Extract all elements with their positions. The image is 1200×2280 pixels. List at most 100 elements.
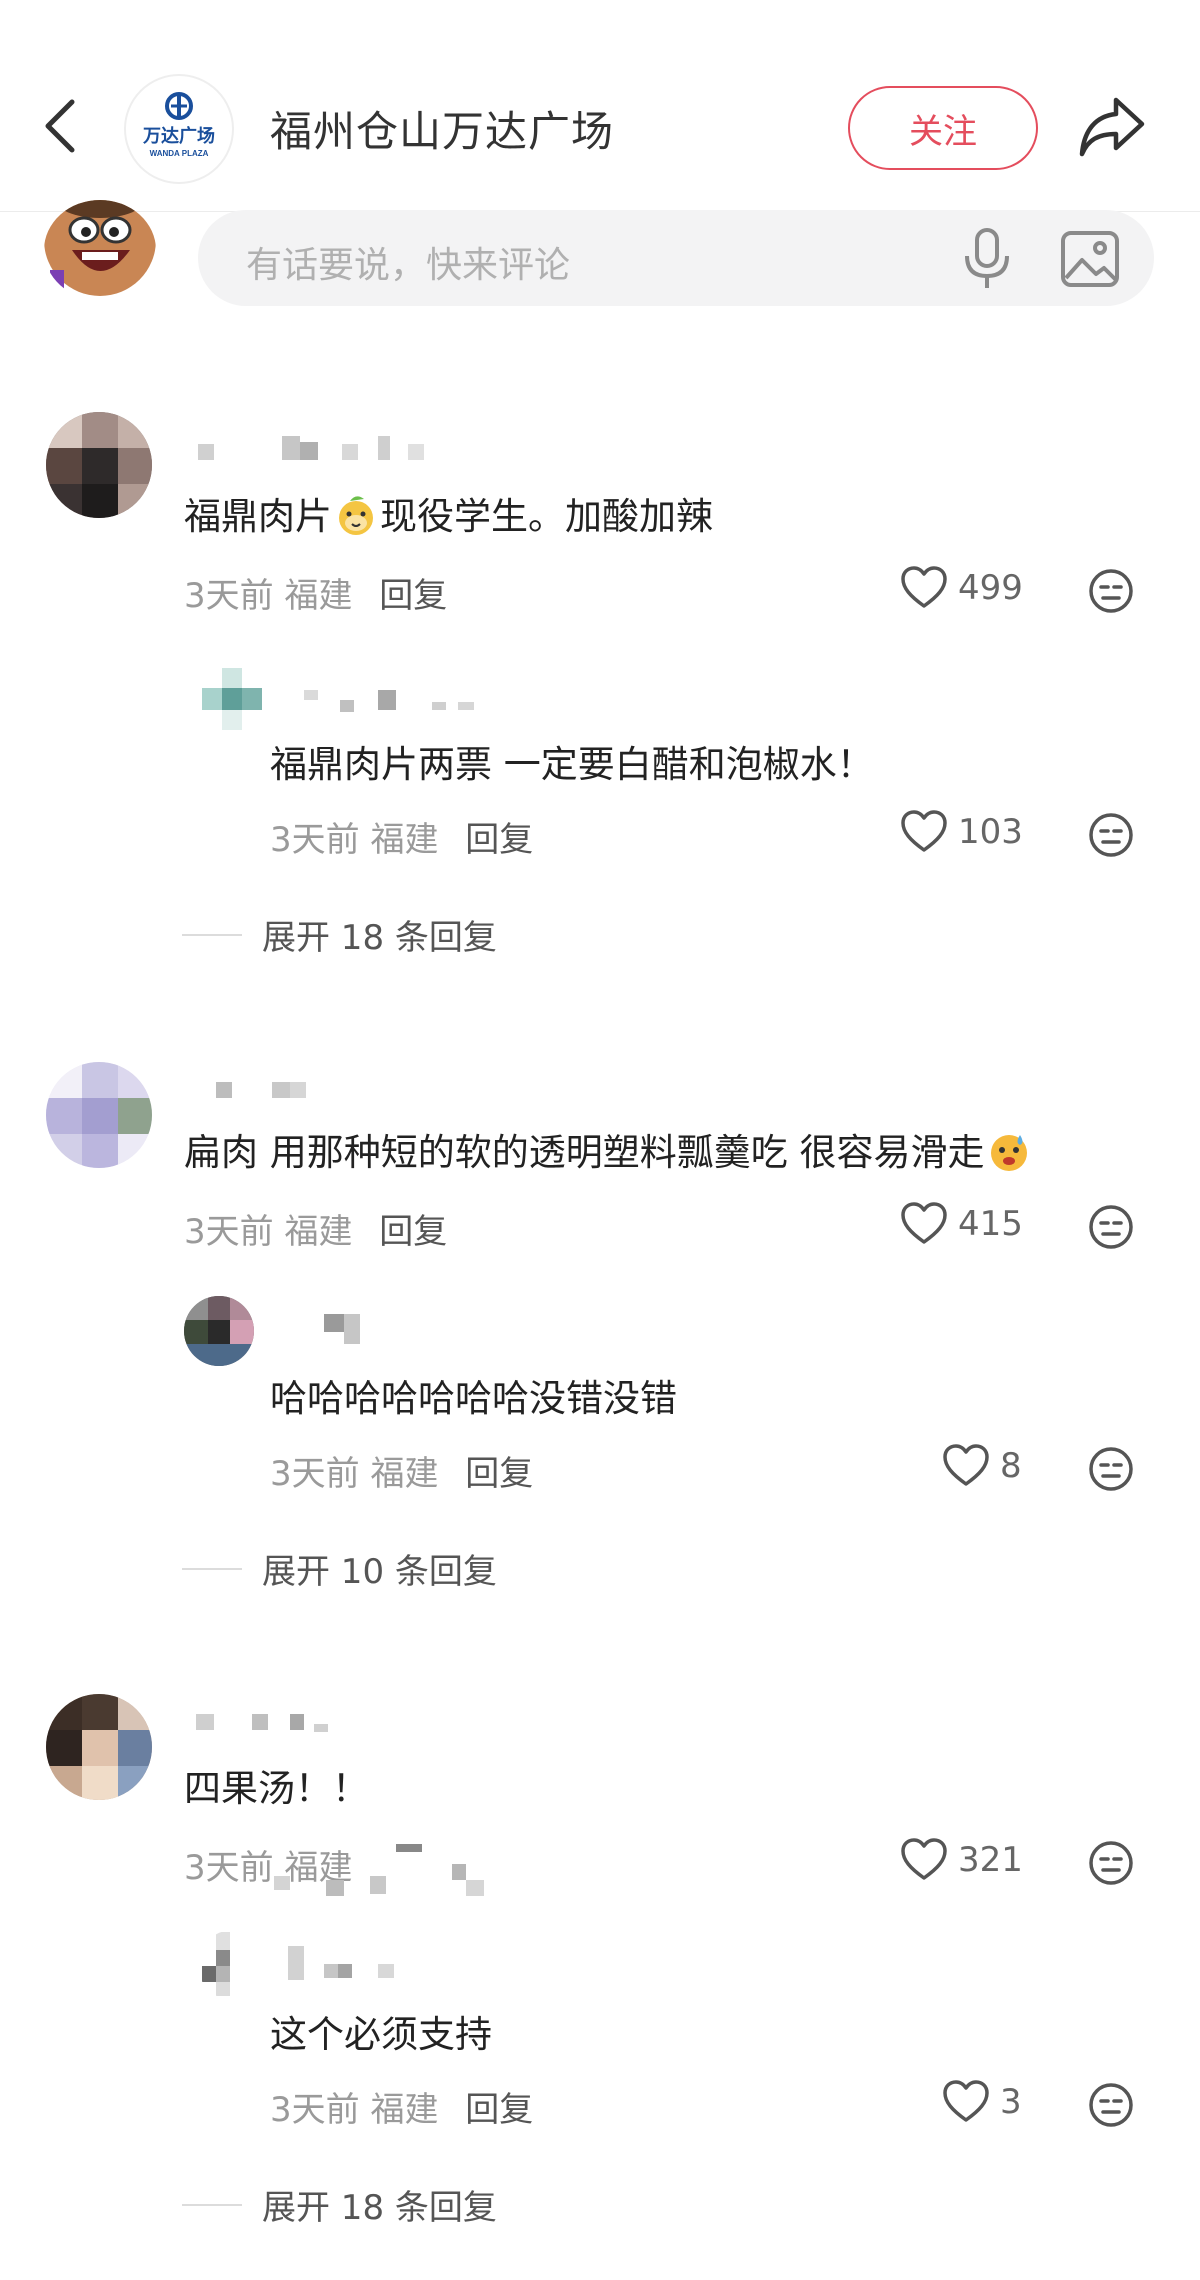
back-button[interactable]: [40, 96, 80, 156]
blurred-avatar-icon: [198, 664, 268, 734]
microphone-icon: [965, 228, 1009, 288]
blurred-avatar-icon: [46, 1694, 152, 1800]
like-count: 321: [958, 1840, 1023, 1880]
divider-line: [182, 1567, 242, 1570]
commenter-avatar[interactable]: [46, 1694, 152, 1800]
reply-button[interactable]: 回复: [465, 820, 533, 860]
comment-text: 福鼎肉片 现役学生。加酸加辣: [184, 486, 713, 540]
expand-replies-label: 展开 18 条回复: [262, 2188, 497, 2228]
replier-username-redacted[interactable]: [292, 684, 512, 714]
my-avatar[interactable]: [44, 200, 156, 300]
reply-button[interactable]: 回复: [379, 1212, 447, 1252]
reply-button[interactable]: 回复: [465, 2090, 533, 2130]
heart-icon: [901, 1838, 947, 1880]
cheeky-face-emoji-icon: [339, 496, 373, 535]
like-count: 499: [958, 568, 1023, 608]
like-button[interactable]: 415: [900, 1202, 1023, 1246]
divider-line: [182, 933, 242, 936]
comment-time: 3天前: [184, 1212, 274, 1252]
brand-avatar[interactable]: 万达广场 WANDA PLAZA: [124, 74, 234, 184]
like-count: 103: [958, 812, 1023, 852]
commenter-avatar[interactable]: [46, 412, 152, 518]
neutral-face-icon: [1089, 1205, 1133, 1249]
heart-icon: [943, 1444, 989, 1486]
divider-line: [182, 2203, 242, 2206]
pixelated-username: [304, 690, 474, 712]
share-arrow-icon: [1079, 97, 1145, 157]
neutral-face-icon: [1089, 1841, 1133, 1885]
reply-text: 这个必须支持: [270, 2013, 492, 2056]
like-button[interactable]: 321: [900, 1838, 1023, 1882]
top-nav-bar: 万达广场 WANDA PLAZA 福州仓山万达广场 关注: [0, 0, 1200, 212]
comment-location: 福建: [284, 1212, 353, 1252]
reply-button[interactable]: 回复: [465, 1454, 533, 1494]
reply-location: 福建: [370, 2090, 439, 2130]
like-button[interactable]: 8: [942, 1444, 1022, 1488]
commenter-username-redacted[interactable]: [182, 432, 432, 462]
replier-avatar[interactable]: [198, 664, 268, 734]
expand-replies-button[interactable]: 展开 10 条回复: [182, 1544, 497, 1593]
commenter-username-redacted[interactable]: [182, 1074, 382, 1104]
react-button[interactable]: [1088, 2082, 1134, 2128]
sweat-smile-emoji-icon: [990, 1135, 1027, 1171]
heart-icon: [943, 2080, 989, 2122]
page-title[interactable]: 福州仓山万达广场: [270, 98, 614, 159]
pixelated-username: [288, 1946, 394, 1980]
share-button[interactable]: [1076, 94, 1148, 160]
expand-replies-label: 展开 10 条回复: [262, 1552, 497, 1592]
comment-text-part: 现役学生。加酸加辣: [380, 495, 713, 538]
reply-meta: 3天前 福建 回复: [270, 1446, 533, 1495]
like-button[interactable]: 103: [900, 810, 1023, 854]
expand-replies-label: 展开 18 条回复: [262, 918, 497, 958]
reply-time: 3天前: [270, 1454, 360, 1494]
expand-replies-button[interactable]: 展开 18 条回复: [182, 2180, 497, 2229]
chevron-left-icon: [45, 99, 75, 153]
replier-username-redacted[interactable]: [284, 1944, 414, 1980]
heart-icon: [901, 810, 947, 852]
replier-avatar[interactable]: [184, 1296, 254, 1366]
reply-location: 福建: [370, 820, 439, 860]
blurred-avatar-icon: [46, 1062, 152, 1168]
react-button[interactable]: [1088, 1446, 1134, 1492]
reply-meta: 3天前 福建 回复: [270, 2082, 533, 2131]
neutral-face-icon: [1089, 569, 1133, 613]
neutral-face-icon: [1089, 813, 1133, 857]
replier-avatar[interactable]: [198, 1930, 268, 2000]
reply-text: 福鼎肉片两票 一定要白醋和泡椒水！: [270, 743, 874, 786]
replier-username-redacted[interactable]: [318, 1312, 398, 1344]
reply-time: 3天前: [270, 2090, 360, 2130]
blurred-avatar-icon: [46, 412, 152, 518]
react-button[interactable]: [1088, 1204, 1134, 1250]
comment-text: 扁肉 用那种短的软的透明塑料瓢羹吃 很容易滑走: [184, 1122, 1033, 1176]
comment-meta: 3天前 福建 回复: [184, 1204, 447, 1253]
cartoon-avatar-icon: [44, 200, 156, 300]
comment-text-part: 福鼎肉片: [184, 495, 332, 538]
reply-button[interactable]: 回复: [379, 576, 447, 616]
like-button[interactable]: 499: [900, 566, 1023, 610]
like-button[interactable]: 3: [942, 2080, 1022, 2124]
comment-meta: 3天前 福建 回复: [184, 568, 447, 617]
heart-icon: [901, 566, 947, 608]
comment-text: 四果汤！！: [184, 1758, 369, 1812]
commenter-username-redacted[interactable]: [182, 1706, 362, 1736]
pixelated-username: [198, 436, 424, 460]
commenter-avatar[interactable]: [46, 1062, 152, 1168]
heart-icon: [901, 1202, 947, 1244]
redacted-block: [260, 1840, 500, 1900]
reply-time: 3天前: [270, 820, 360, 860]
react-button[interactable]: [1088, 812, 1134, 858]
voice-input-button[interactable]: [960, 228, 1014, 290]
image-upload-button[interactable]: [1060, 230, 1120, 288]
expand-replies-button[interactable]: 展开 18 条回复: [182, 910, 497, 959]
react-button[interactable]: [1088, 568, 1134, 614]
like-count: 3: [1000, 2082, 1022, 2122]
comment-input[interactable]: 有话要说，快来评论: [198, 210, 1154, 306]
brand-logo-cn: 万达广场: [142, 125, 215, 146]
like-count: 415: [958, 1204, 1023, 1244]
neutral-face-icon: [1089, 2083, 1133, 2127]
brand-logo-en: WANDA PLAZA: [150, 149, 209, 158]
follow-button[interactable]: 关注: [848, 86, 1038, 170]
pixelated-username: [324, 1314, 360, 1344]
react-button[interactable]: [1088, 1840, 1134, 1886]
image-icon: [1061, 231, 1119, 287]
